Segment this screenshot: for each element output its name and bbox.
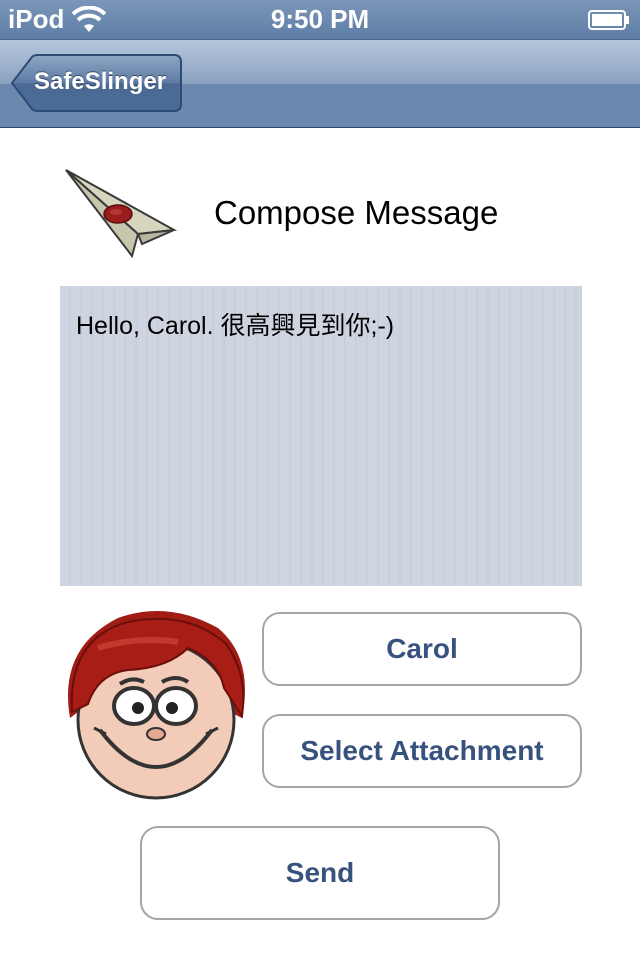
avatar[interactable] — [58, 608, 250, 804]
select-recipient-button[interactable]: Carol — [262, 612, 582, 686]
back-button[interactable]: SafeSlinger — [10, 54, 182, 112]
paper-plane-icon — [65, 169, 178, 259]
navigation-bar: SafeSlinger — [0, 40, 640, 128]
select-attachment-label: Select Attachment — [300, 735, 544, 766]
back-button-label: SafeSlinger — [34, 68, 167, 95]
battery-icon — [588, 10, 629, 30]
select-recipient-label: Carol — [386, 633, 458, 664]
send-button-label: Send — [285, 857, 355, 888]
clock: 9:50 PM — [270, 4, 370, 34]
message-text-area[interactable]: Hello, Carol. 很高興見到你;-) — [60, 286, 582, 586]
status-bar: iPod 9:50 PM — [0, 0, 640, 40]
page-title: Compose Message — [214, 194, 499, 231]
select-attachment-button[interactable]: Select Attachment — [262, 714, 582, 788]
send-button[interactable]: Send — [140, 826, 500, 920]
